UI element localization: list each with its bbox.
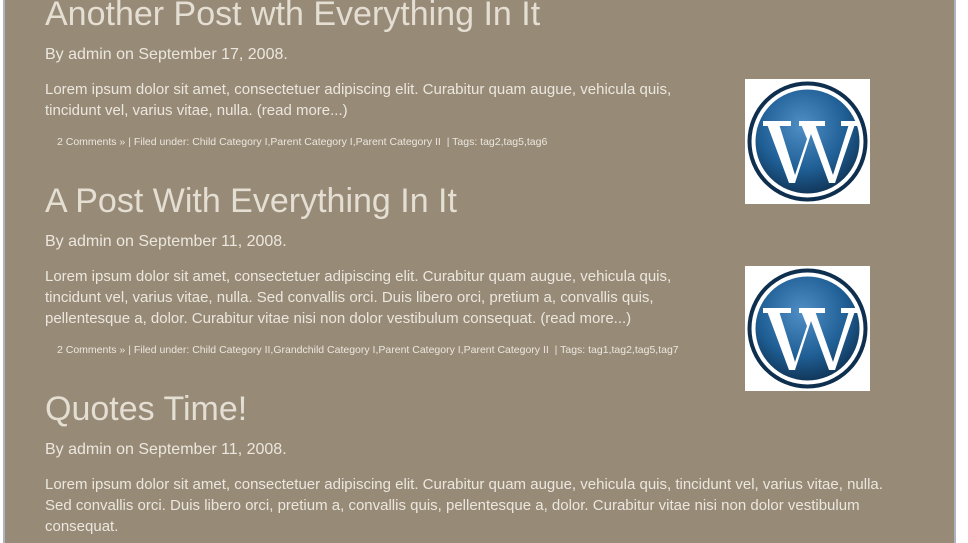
tag-links[interactable]: tag1,tag2,tag5,tag7 — [588, 344, 679, 356]
wordpress-logo-icon — [747, 268, 868, 389]
comments-link[interactable]: 2 Comments » — [57, 344, 125, 356]
post-title[interactable]: Quotes Time! — [45, 390, 890, 428]
read-more-link[interactable]: (read more...) — [540, 310, 631, 327]
category-links[interactable]: Child Category II,Grandchild Category I,… — [192, 344, 549, 356]
post-byline: By admin on September 11, 2008. — [45, 441, 287, 458]
post-thumbnail[interactable] — [745, 266, 870, 391]
post-excerpt: Lorem ipsum dolor sit amet, consectetuer… — [45, 266, 710, 329]
excerpt-text: Lorem ipsum dolor sit amet, consectetuer… — [45, 476, 883, 535]
tag-links[interactable]: tag2,tag5,tag6 — [480, 136, 547, 148]
tags-label: | Tags: — [446, 136, 478, 148]
excerpt-text: Lorem ipsum dolor sit amet, consectetuer… — [45, 81, 672, 119]
tags-label: | Tags: — [554, 344, 586, 356]
post-byline: By admin on September 11, 2008. — [45, 233, 287, 250]
content-area: Another Post wth Everything In It By adm… — [3, 0, 956, 543]
post-excerpt: Lorem ipsum dolor sit amet, consectetuer… — [45, 79, 710, 121]
comments-link[interactable]: 2 Comments » — [57, 136, 125, 148]
post-title[interactable]: A Post With Everything In It — [45, 182, 915, 220]
filed-under-label: | Filed under: — [128, 344, 190, 356]
category-links[interactable]: Child Category I,Parent Category I,Paren… — [192, 136, 441, 148]
post-excerpt: Lorem ipsum dolor sit amet, consectetuer… — [45, 474, 890, 537]
post-byline: By admin on September 17, 2008. — [45, 46, 288, 63]
post-title[interactable]: Another Post wth Everything In It — [45, 0, 915, 33]
filed-under-label: | Filed under: — [128, 136, 190, 148]
read-more-link[interactable]: (read more...) — [257, 102, 348, 119]
post-3: Quotes Time! By admin on September 11, 2… — [45, 390, 890, 537]
